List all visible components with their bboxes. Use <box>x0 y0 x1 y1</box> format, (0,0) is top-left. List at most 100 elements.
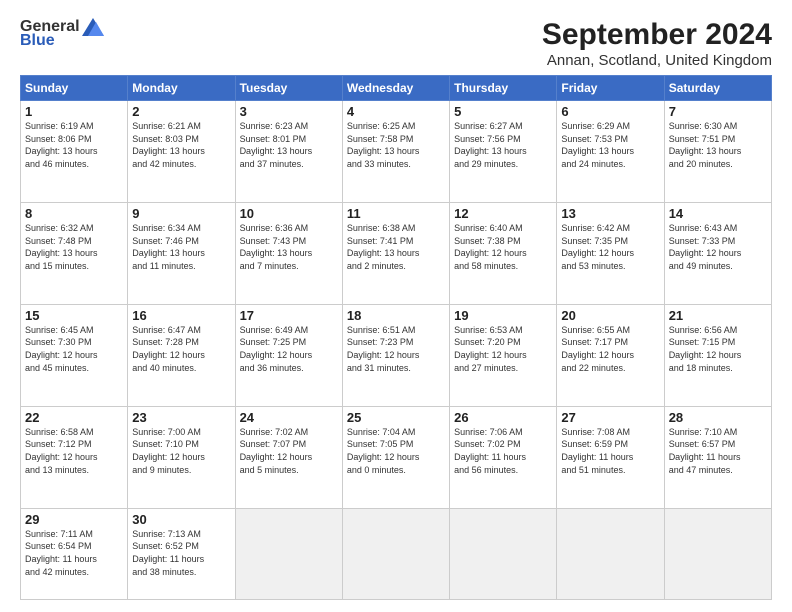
day-info: Sunrise: 6:45 AMSunset: 7:30 PMDaylight:… <box>25 324 123 374</box>
day-number: 18 <box>347 308 445 323</box>
table-row: 28Sunrise: 7:10 AMSunset: 6:57 PMDayligh… <box>664 406 771 508</box>
day-info: Sunrise: 7:08 AMSunset: 6:59 PMDaylight:… <box>561 426 659 476</box>
table-row: 1Sunrise: 6:19 AMSunset: 8:06 PMDaylight… <box>21 101 128 203</box>
day-number: 1 <box>25 104 123 119</box>
header-row: Sunday Monday Tuesday Wednesday Thursday… <box>21 76 772 101</box>
table-row: 25Sunrise: 7:04 AMSunset: 7:05 PMDayligh… <box>342 406 449 508</box>
day-info: Sunrise: 6:58 AMSunset: 7:12 PMDaylight:… <box>25 426 123 476</box>
table-row: 7Sunrise: 6:30 AMSunset: 7:51 PMDaylight… <box>664 101 771 203</box>
day-number: 29 <box>25 512 123 527</box>
day-info: Sunrise: 6:32 AMSunset: 7:48 PMDaylight:… <box>25 222 123 272</box>
day-info: Sunrise: 7:13 AMSunset: 6:52 PMDaylight:… <box>132 528 230 578</box>
day-number: 21 <box>669 308 767 323</box>
day-number: 23 <box>132 410 230 425</box>
day-info: Sunrise: 6:19 AMSunset: 8:06 PMDaylight:… <box>25 120 123 170</box>
day-info: Sunrise: 6:34 AMSunset: 7:46 PMDaylight:… <box>132 222 230 272</box>
day-number: 26 <box>454 410 552 425</box>
table-row: 9Sunrise: 6:34 AMSunset: 7:46 PMDaylight… <box>128 202 235 304</box>
table-row: 13Sunrise: 6:42 AMSunset: 7:35 PMDayligh… <box>557 202 664 304</box>
day-info: Sunrise: 6:36 AMSunset: 7:43 PMDaylight:… <box>240 222 338 272</box>
day-number: 13 <box>561 206 659 221</box>
table-row: 4Sunrise: 6:25 AMSunset: 7:58 PMDaylight… <box>342 101 449 203</box>
table-row: 18Sunrise: 6:51 AMSunset: 7:23 PMDayligh… <box>342 304 449 406</box>
day-number: 3 <box>240 104 338 119</box>
header-monday: Monday <box>128 76 235 101</box>
day-number: 28 <box>669 410 767 425</box>
calendar-table: Sunday Monday Tuesday Wednesday Thursday… <box>20 75 772 600</box>
table-row: 11Sunrise: 6:38 AMSunset: 7:41 PMDayligh… <box>342 202 449 304</box>
day-info: Sunrise: 6:27 AMSunset: 7:56 PMDaylight:… <box>454 120 552 170</box>
day-info: Sunrise: 6:23 AMSunset: 8:01 PMDaylight:… <box>240 120 338 170</box>
day-info: Sunrise: 6:40 AMSunset: 7:38 PMDaylight:… <box>454 222 552 272</box>
header: General Blue September 2024 Annan, Scotl… <box>20 18 772 69</box>
day-number: 12 <box>454 206 552 221</box>
table-row: 22Sunrise: 6:58 AMSunset: 7:12 PMDayligh… <box>21 406 128 508</box>
day-info: Sunrise: 7:00 AMSunset: 7:10 PMDaylight:… <box>132 426 230 476</box>
day-number: 24 <box>240 410 338 425</box>
table-row: 26Sunrise: 7:06 AMSunset: 7:02 PMDayligh… <box>450 406 557 508</box>
day-info: Sunrise: 6:49 AMSunset: 7:25 PMDaylight:… <box>240 324 338 374</box>
table-row: 3Sunrise: 6:23 AMSunset: 8:01 PMDaylight… <box>235 101 342 203</box>
day-info: Sunrise: 6:53 AMSunset: 7:20 PMDaylight:… <box>454 324 552 374</box>
table-row: 16Sunrise: 6:47 AMSunset: 7:28 PMDayligh… <box>128 304 235 406</box>
day-number: 7 <box>669 104 767 119</box>
day-info: Sunrise: 6:25 AMSunset: 7:58 PMDaylight:… <box>347 120 445 170</box>
table-row: 19Sunrise: 6:53 AMSunset: 7:20 PMDayligh… <box>450 304 557 406</box>
logo: General Blue <box>20 18 104 50</box>
table-row <box>342 508 449 599</box>
header-friday: Friday <box>557 76 664 101</box>
table-row: 5Sunrise: 6:27 AMSunset: 7:56 PMDaylight… <box>450 101 557 203</box>
table-row: 24Sunrise: 7:02 AMSunset: 7:07 PMDayligh… <box>235 406 342 508</box>
day-number: 8 <box>25 206 123 221</box>
table-row: 8Sunrise: 6:32 AMSunset: 7:48 PMDaylight… <box>21 202 128 304</box>
day-info: Sunrise: 6:29 AMSunset: 7:53 PMDaylight:… <box>561 120 659 170</box>
day-number: 2 <box>132 104 230 119</box>
header-tuesday: Tuesday <box>235 76 342 101</box>
day-number: 4 <box>347 104 445 119</box>
day-info: Sunrise: 7:02 AMSunset: 7:07 PMDaylight:… <box>240 426 338 476</box>
day-info: Sunrise: 6:21 AMSunset: 8:03 PMDaylight:… <box>132 120 230 170</box>
table-row: 23Sunrise: 7:00 AMSunset: 7:10 PMDayligh… <box>128 406 235 508</box>
table-row <box>235 508 342 599</box>
day-info: Sunrise: 6:47 AMSunset: 7:28 PMDaylight:… <box>132 324 230 374</box>
day-number: 11 <box>347 206 445 221</box>
table-row: 10Sunrise: 6:36 AMSunset: 7:43 PMDayligh… <box>235 202 342 304</box>
day-number: 14 <box>669 206 767 221</box>
day-number: 9 <box>132 206 230 221</box>
title-area: September 2024 Annan, Scotland, United K… <box>542 18 772 69</box>
table-row <box>450 508 557 599</box>
table-row: 29Sunrise: 7:11 AMSunset: 6:54 PMDayligh… <box>21 508 128 599</box>
day-number: 17 <box>240 308 338 323</box>
header-sunday: Sunday <box>21 76 128 101</box>
day-number: 5 <box>454 104 552 119</box>
table-row: 2Sunrise: 6:21 AMSunset: 8:03 PMDaylight… <box>128 101 235 203</box>
day-info: Sunrise: 6:56 AMSunset: 7:15 PMDaylight:… <box>669 324 767 374</box>
table-row <box>664 508 771 599</box>
day-info: Sunrise: 6:43 AMSunset: 7:33 PMDaylight:… <box>669 222 767 272</box>
day-info: Sunrise: 7:06 AMSunset: 7:02 PMDaylight:… <box>454 426 552 476</box>
day-info: Sunrise: 6:42 AMSunset: 7:35 PMDaylight:… <box>561 222 659 272</box>
day-info: Sunrise: 7:10 AMSunset: 6:57 PMDaylight:… <box>669 426 767 476</box>
day-number: 27 <box>561 410 659 425</box>
table-row: 14Sunrise: 6:43 AMSunset: 7:33 PMDayligh… <box>664 202 771 304</box>
logo-icon <box>82 18 104 36</box>
table-row: 21Sunrise: 6:56 AMSunset: 7:15 PMDayligh… <box>664 304 771 406</box>
day-number: 6 <box>561 104 659 119</box>
day-number: 20 <box>561 308 659 323</box>
header-saturday: Saturday <box>664 76 771 101</box>
table-row: 20Sunrise: 6:55 AMSunset: 7:17 PMDayligh… <box>557 304 664 406</box>
table-row: 17Sunrise: 6:49 AMSunset: 7:25 PMDayligh… <box>235 304 342 406</box>
header-wednesday: Wednesday <box>342 76 449 101</box>
header-thursday: Thursday <box>450 76 557 101</box>
day-info: Sunrise: 6:55 AMSunset: 7:17 PMDaylight:… <box>561 324 659 374</box>
day-info: Sunrise: 7:11 AMSunset: 6:54 PMDaylight:… <box>25 528 123 578</box>
table-row: 30Sunrise: 7:13 AMSunset: 6:52 PMDayligh… <box>128 508 235 599</box>
table-row: 27Sunrise: 7:08 AMSunset: 6:59 PMDayligh… <box>557 406 664 508</box>
logo-blue: Blue <box>20 32 55 50</box>
day-info: Sunrise: 6:51 AMSunset: 7:23 PMDaylight:… <box>347 324 445 374</box>
day-number: 30 <box>132 512 230 527</box>
day-info: Sunrise: 6:38 AMSunset: 7:41 PMDaylight:… <box>347 222 445 272</box>
day-number: 19 <box>454 308 552 323</box>
calendar-page: General Blue September 2024 Annan, Scotl… <box>0 0 792 612</box>
day-number: 25 <box>347 410 445 425</box>
